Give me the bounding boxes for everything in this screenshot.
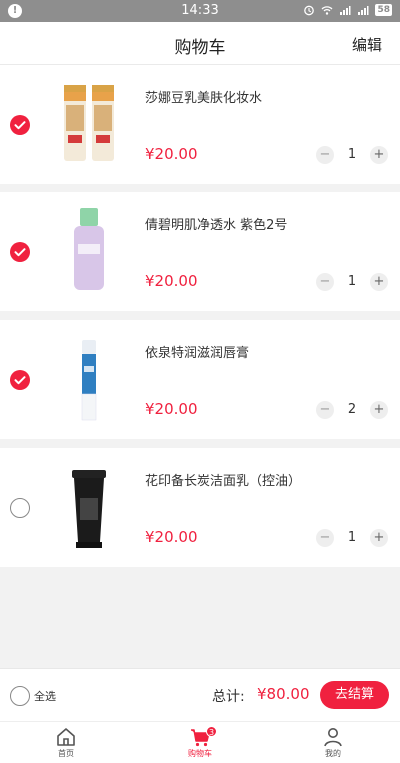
increase-button[interactable]: + [370, 146, 388, 164]
toner-bottles-image [64, 85, 114, 161]
edit-button[interactable]: 编辑 [352, 34, 382, 55]
tab-cart[interactable]: 3 购物车 [170, 726, 230, 759]
increase-button[interactable]: + [370, 273, 388, 291]
check-icon [14, 376, 26, 385]
quantity-stepper: − 1 + [316, 273, 388, 291]
status-bar: ! 14:33 58 [0, 0, 400, 22]
home-icon [57, 728, 75, 746]
item-name: 莎娜豆乳美肤化妆水 [145, 91, 263, 106]
select-all-label[interactable]: 全选 [34, 688, 56, 704]
quantity-value: 1 [347, 530, 357, 545]
check-icon [14, 248, 26, 257]
signal-icon [340, 6, 351, 15]
item-name: 依泉特润滋润唇膏 [145, 346, 250, 361]
header: 购物车 编辑 [0, 22, 400, 65]
quantity-value: 1 [347, 274, 357, 289]
select-all-checkbox[interactable] [10, 686, 30, 706]
face-wash-tube-image [72, 470, 106, 548]
item-checkbox[interactable] [10, 498, 30, 518]
tab-bar: 首页 3 购物车 我的 [0, 721, 400, 763]
alarm-icon [304, 5, 315, 16]
item-name: 花印备长炭洁面乳（控油） [145, 474, 302, 489]
tab-cart-label: 购物车 [188, 749, 212, 758]
item-checkbox[interactable] [10, 242, 30, 262]
tab-mine-label: 我的 [325, 749, 341, 758]
item-price: ¥20.00 [145, 145, 198, 163]
item-name: 倩碧明肌净透水 紫色2号 [145, 218, 288, 233]
battery-icon: 58 [375, 4, 392, 16]
quantity-stepper: − 2 + [316, 401, 388, 419]
tab-home-label: 首页 [58, 749, 74, 758]
total-label: 总计: [212, 689, 245, 705]
item-checkbox[interactable] [10, 115, 30, 135]
quantity-stepper: − 1 + [316, 529, 388, 547]
increase-button[interactable]: + [370, 401, 388, 419]
cart-item: 倩碧明肌净透水 紫色2号 ¥20.00 − 1 + [0, 192, 400, 311]
item-price: ¥20.00 [145, 400, 198, 418]
quantity-value: 1 [347, 147, 357, 162]
total-value: ¥80.00 [257, 685, 310, 703]
checkout-button[interactable]: 去结算 [320, 681, 389, 709]
decrease-button[interactable]: − [316, 401, 334, 419]
item-price: ¥20.00 [145, 272, 198, 290]
tab-mine[interactable]: 我的 [303, 726, 363, 759]
increase-button[interactable]: + [370, 529, 388, 547]
user-icon [324, 728, 342, 747]
tab-home[interactable]: 首页 [36, 726, 96, 759]
item-price: ¥20.00 [145, 528, 198, 546]
page-title: 购物车 [174, 38, 226, 58]
cart-item: 莎娜豆乳美肤化妆水 ¥20.00 − 1 + [0, 65, 400, 184]
item-checkbox[interactable] [10, 370, 30, 390]
decrease-button[interactable]: − [316, 529, 334, 547]
status-icons: 58 [303, 4, 392, 16]
decrease-button[interactable]: − [316, 273, 334, 291]
clarifying-lotion-image [74, 208, 104, 290]
cart-badge: 3 [206, 726, 217, 737]
cart-item: 花印备长炭洁面乳（控油） ¥20.00 − 1 + [0, 448, 400, 567]
quantity-value: 2 [347, 402, 357, 417]
checkout-bar: 全选 总计: ¥80.00 去结算 [0, 668, 400, 721]
check-icon [14, 121, 26, 130]
wifi-icon [322, 6, 333, 15]
cart-item: 依泉特润滋润唇膏 ¥20.00 − 2 + [0, 320, 400, 439]
quantity-stepper: − 1 + [316, 146, 388, 164]
decrease-button[interactable]: − [316, 146, 334, 164]
signal-icon-2 [358, 6, 369, 15]
lip-balm-image [81, 340, 97, 421]
